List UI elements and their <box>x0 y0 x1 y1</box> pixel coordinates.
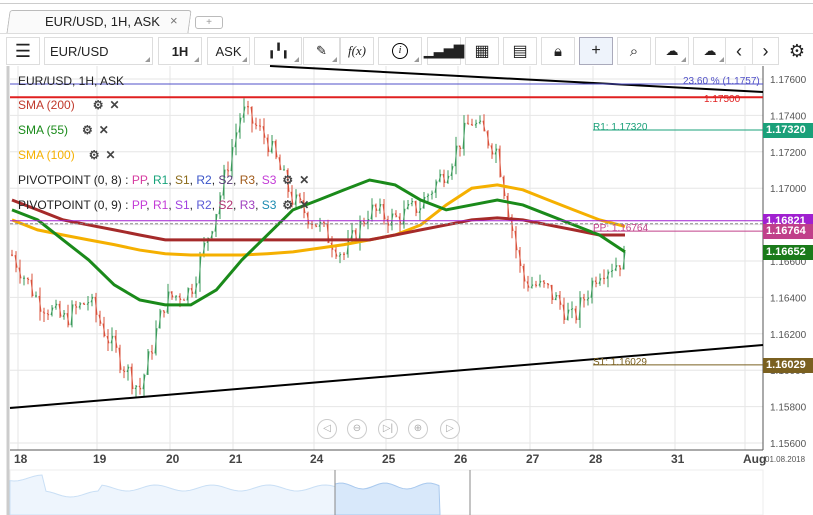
x-tick-label: 28 <box>589 452 603 466</box>
x-tick-label: 27 <box>526 452 540 466</box>
indicator-label: SMA (100) <box>18 148 75 162</box>
pivot-level-pp: PP <box>131 173 147 187</box>
indicator-sma-200[interactable]: SMA (200) ⚙ ✕ <box>18 98 120 112</box>
x-tick-label: 24 <box>310 452 324 466</box>
y-tick-label: 1.16400 <box>770 293 807 304</box>
pivot-level-s2: S2 <box>218 173 234 187</box>
x-tick-label: 18 <box>14 452 28 466</box>
zoom-in-icon: ⊕ <box>413 423 423 434</box>
indicator-label: PIVOTPOINT (0, 8) <box>18 173 122 187</box>
y-tick-label: 1.15600 <box>770 439 807 450</box>
y-tick-label: 1.16200 <box>770 330 807 341</box>
go-latest-button[interactable]: ▷| <box>378 419 398 439</box>
x-tick-label: 21 <box>229 452 243 466</box>
pivot-level-r2: R2 <box>196 198 212 212</box>
indicator-sma-55[interactable]: SMA (55) ⚙ ✕ <box>18 123 109 137</box>
triangle-left-icon: ◁ <box>323 423 331 434</box>
indicator-pivot-9[interactable]: PIVOTPOINT (0, 9) : PP, R1, S1, R2, S2, … <box>18 198 309 212</box>
y-tick-label: 1.15800 <box>770 403 807 414</box>
zoom-out-button[interactable]: ⊖ <box>347 419 367 439</box>
pivot-level-s1: S1 <box>174 198 190 212</box>
x-tick-label: 31 <box>671 452 685 466</box>
pivot-level-s3: S3 <box>261 198 277 212</box>
close-icon[interactable]: ✕ <box>99 123 109 137</box>
price-tag: 1.17320 <box>763 122 813 138</box>
pivot-level-r3: R3 <box>239 198 256 212</box>
pivot-level-r1: R1 <box>152 173 169 187</box>
pivot-level-r1: R1 <box>152 198 169 212</box>
s1-label: S1: 1.16029 <box>593 357 647 368</box>
pivot-level-s3: S3 <box>261 173 277 187</box>
r1-label: R1: 1.17320 <box>593 122 648 133</box>
nav-forward-button[interactable]: ▷ <box>440 419 460 439</box>
separator: , <box>233 173 240 187</box>
separator: : <box>121 198 132 212</box>
separator: : <box>121 173 132 187</box>
nav-back-button[interactable]: ◁ <box>317 419 337 439</box>
separator: , <box>146 198 153 212</box>
close-icon[interactable]: ✕ <box>109 98 119 112</box>
navigator-window <box>334 482 441 515</box>
close-icon[interactable]: ✕ <box>105 148 115 162</box>
date-label: 01.08.2018 <box>765 455 806 464</box>
indicator-label: SMA (200) <box>18 98 75 112</box>
separator: , <box>168 198 175 212</box>
x-tick-label: Aug <box>743 452 766 466</box>
close-icon[interactable]: ✕ <box>299 198 309 212</box>
indicator-sma-100[interactable]: SMA (100) ⚙ ✕ <box>18 148 116 162</box>
separator: , <box>146 173 153 187</box>
gear-icon[interactable]: ⚙ <box>282 173 293 187</box>
skip-end-icon: ▷| <box>382 423 394 434</box>
indicator-label: PIVOTPOINT (0, 9) <box>18 198 122 212</box>
gear-icon[interactable]: ⚙ <box>282 198 293 212</box>
pivot-level-s1: S1 <box>174 173 190 187</box>
gear-icon[interactable]: ⚙ <box>82 123 93 137</box>
pp-label: PP: 1.16764 <box>593 223 648 234</box>
separator: , <box>255 198 262 212</box>
indicator-pivot-8[interactable]: PIVOTPOINT (0, 8) : PP, R1, S1, R2, S2, … <box>18 173 309 187</box>
separator: , <box>168 173 175 187</box>
separator: , <box>255 173 262 187</box>
price-tag: 1.16652 <box>763 244 813 260</box>
close-icon[interactable]: ✕ <box>299 173 309 187</box>
zoom-in-button[interactable]: ⊕ <box>408 419 428 439</box>
y-tick-label: 1.17600 <box>770 75 807 86</box>
x-tick-label: 19 <box>93 452 107 466</box>
gear-icon[interactable]: ⚙ <box>89 148 100 162</box>
gear-icon[interactable]: ⚙ <box>93 98 104 112</box>
pivot-level-r2: R2 <box>196 173 212 187</box>
separator: , <box>233 198 240 212</box>
alert-line-label: 1.17500 <box>704 94 741 105</box>
price-tag: 1.16764 <box>763 224 813 240</box>
x-tick-label: 20 <box>166 452 180 466</box>
indicator-label: SMA (55) <box>18 123 69 137</box>
x-tick-label: 26 <box>454 452 468 466</box>
pivot-level-s2: S2 <box>218 198 234 212</box>
y-tick-label: 1.17400 <box>770 111 807 122</box>
fib-label: 23.60 % (1.1757) <box>683 76 760 87</box>
price-tag: 1.16029 <box>763 357 813 373</box>
x-tick-label: 25 <box>382 452 396 466</box>
pivot-level-pp: PP <box>131 198 147 212</box>
triangle-right-icon: ▷ <box>446 423 454 434</box>
y-tick-label: 1.17000 <box>770 184 807 195</box>
y-tick-label: 1.17200 <box>770 148 807 159</box>
pivot-level-r3: R3 <box>239 173 256 187</box>
zoom-out-icon: ⊖ <box>352 423 362 434</box>
chart-title: EUR/USD, 1H, ASK <box>18 74 125 88</box>
